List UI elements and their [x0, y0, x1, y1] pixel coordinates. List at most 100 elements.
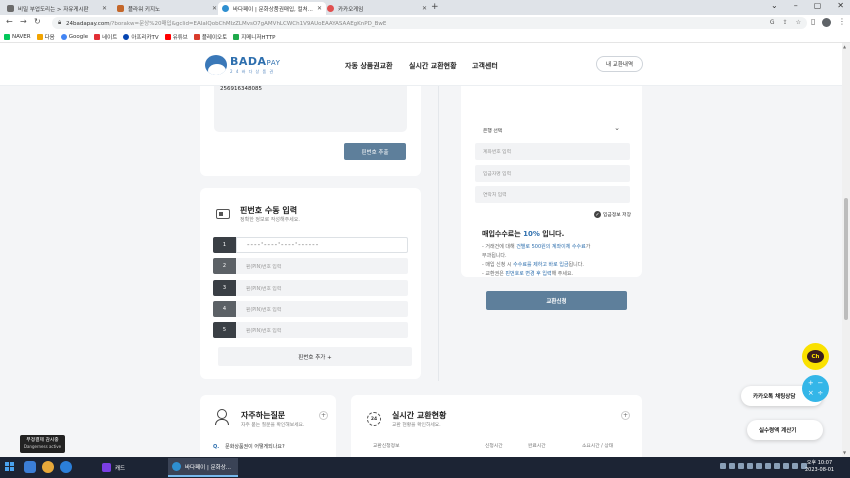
- bookmark-label: 유튜브: [172, 34, 188, 41]
- logo-subtitle: 2 4 바 다 상 품 권: [230, 68, 275, 74]
- tray-icon[interactable]: [774, 463, 780, 469]
- add-pin-button[interactable]: 핀번호 추가 +: [218, 347, 412, 366]
- faq-subtitle: 자주 묻는 질문을 확인해보세요.: [241, 423, 305, 428]
- calculator-icon[interactable]: + − × ÷: [802, 375, 829, 402]
- tab-close-icon[interactable]: ✕: [317, 5, 322, 12]
- logo-title: BADA: [230, 54, 267, 68]
- tray-icon[interactable]: [747, 463, 753, 469]
- save-info-checkbox[interactable]: ✓ 입금정보 저장: [594, 211, 631, 218]
- pin-row-number: 1: [213, 237, 236, 253]
- forward-icon[interactable]: →: [20, 17, 27, 26]
- bookmark-label: Google: [68, 33, 89, 40]
- menu-customer-center[interactable]: 고객센터: [472, 61, 498, 71]
- bookmark-gmanager[interactable]: 지메니저HTTP: [233, 33, 276, 41]
- kakao-channel-icon[interactable]: Ch: [802, 343, 829, 370]
- scroll-down-icon[interactable]: ▼: [843, 450, 846, 455]
- browser-tab-3[interactable]: 바다페이 | 문화상품권매입, 컬처... ✕: [218, 2, 326, 15]
- profile-avatar[interactable]: [822, 18, 831, 27]
- phone-input[interactable]: 연락처 입력: [475, 186, 630, 203]
- pin-input-3[interactable]: 핀(PIN)번호 입력: [236, 280, 408, 296]
- url-text: 24badapay.com/?borakw=문상%20매입&gclid=EAIa…: [66, 21, 387, 27]
- site-logo[interactable]: BADAPAY 2 4 바 다 상 품 권: [205, 55, 280, 75]
- browser-tab-2[interactable]: 플라워 키지노 ✕: [113, 2, 221, 15]
- tab-close-icon[interactable]: ✕: [102, 5, 107, 12]
- pin-input-5[interactable]: 핀(PIN)번호 입력: [236, 322, 408, 338]
- file-explorer-icon[interactable]: [24, 461, 36, 473]
- maximize-icon[interactable]: ▢: [814, 1, 822, 10]
- os-taskbar: 캐드 바다페이 | 문화상... 오후 10:07 2023-08-01: [0, 457, 850, 478]
- reload-icon[interactable]: ↻: [34, 17, 41, 26]
- taskbar-app-label: 바다페이 | 문화상...: [185, 464, 232, 471]
- address-bar-row: ← → ↻ 🔒︎ 24badapay.com/?borakw=문상%20매입&g…: [0, 15, 850, 31]
- pin-input-4[interactable]: 핀(PIN)번호 입력: [236, 301, 408, 317]
- apply-exchange-button[interactable]: 교환신청: [486, 291, 627, 310]
- bookmark-daum[interactable]: 다음: [36, 33, 55, 41]
- bookmark-label: 다음: [44, 34, 55, 41]
- bank-select[interactable]: 은행 선택 ⌄: [475, 122, 630, 139]
- bookmark-label: NAVER: [12, 33, 31, 40]
- bookmark-afreecatv[interactable]: 아프리카TV: [123, 33, 159, 41]
- new-tab-icon[interactable]: +: [431, 2, 439, 12]
- edge-icon[interactable]: [60, 461, 72, 473]
- depositor-name-input[interactable]: 입금자명 입력: [475, 165, 630, 182]
- column-header: 완료시간: [528, 444, 546, 449]
- close-icon[interactable]: ✕: [837, 1, 844, 10]
- minimize-icon[interactable]: –: [794, 1, 798, 10]
- tab-close-icon[interactable]: ✕: [422, 5, 427, 12]
- tray-icon[interactable]: [738, 463, 744, 469]
- menu-live-exchange[interactable]: 실시간 교환현황: [409, 61, 457, 71]
- tray-icon[interactable]: [792, 463, 798, 469]
- system-tray: [720, 463, 807, 469]
- bookmark-icon: [193, 33, 200, 40]
- fee-info: 매입수수료는 10% 입니다.: [482, 230, 565, 238]
- chrome-icon[interactable]: [42, 461, 54, 473]
- star-icon[interactable]: ☆: [796, 19, 801, 26]
- bookmark-naver[interactable]: NAVER: [4, 33, 31, 40]
- faq-title: 자주하는질문: [241, 411, 286, 420]
- account-number-input[interactable]: 계좌번호 입력: [475, 143, 630, 160]
- bookmark-icon: [94, 33, 101, 40]
- browser-tab-4[interactable]: 카카오게임 ✕: [323, 2, 431, 15]
- browser-tab-1[interactable]: 비밀 부업도리는 > 자유게시판 ✕: [3, 2, 111, 15]
- taskbar-app-cad[interactable]: 캐드: [98, 458, 162, 477]
- notice-item: - 거래건에 대해 건별로 500원의 계좌이체 수수료가: [482, 244, 591, 250]
- windows-start-icon[interactable]: [5, 462, 14, 471]
- tab-close-icon[interactable]: ✕: [212, 5, 217, 12]
- pin-row-number: 2: [213, 258, 236, 274]
- pin-extract-button[interactable]: 핀번호 추출: [344, 143, 406, 160]
- pin-textarea[interactable]: 256916348085: [214, 86, 407, 132]
- net-amount-calculator-button[interactable]: 실수령액 계산기: [747, 420, 823, 440]
- share-icon[interactable]: ⇪: [783, 19, 788, 26]
- my-exchange-history-button[interactable]: 내 교환내역: [596, 56, 643, 72]
- bookmark-google[interactable]: Google: [60, 33, 89, 40]
- system-clock[interactable]: 오후 10:07 2023-08-01: [805, 460, 834, 474]
- faq-more-plus-icon[interactable]: +: [319, 411, 328, 420]
- live-exchange-more-plus-icon[interactable]: +: [621, 411, 630, 420]
- lock-icon[interactable]: 🔒︎: [58, 19, 61, 27]
- tray-icon[interactable]: [720, 463, 726, 469]
- bookmark-playauto[interactable]: 플레이오토: [193, 33, 227, 41]
- pin-input-2[interactable]: 핀(PIN)번호 입력: [236, 258, 408, 274]
- back-icon[interactable]: ←: [6, 17, 13, 26]
- google-icon[interactable]: G: [770, 19, 775, 26]
- bookmark-youtube[interactable]: 유튜브: [164, 33, 188, 41]
- scroll-thumb[interactable]: [844, 198, 848, 320]
- scroll-up-icon[interactable]: ▲: [843, 44, 846, 49]
- faq-question-item[interactable]: Q. 문화상품권이 어떻게되나요?: [213, 443, 285, 450]
- tray-icon[interactable]: [765, 463, 771, 469]
- tray-icon[interactable]: [729, 463, 735, 469]
- chevron-down-icon[interactable]: ⌄: [771, 1, 778, 10]
- sidebar-icon[interactable]: ▯: [811, 17, 815, 26]
- taskbar-app-browser[interactable]: 바다페이 | 문화상...: [168, 458, 238, 477]
- exchange-form-card: 은행 선택 ⌄ 계좌번호 입력 입금자명 입력 연락처 입력 ✓ 입금정보 저장…: [461, 86, 642, 310]
- menu-auto-exchange[interactable]: 자동 상품권교환: [345, 61, 393, 71]
- bookmark-nate[interactable]: 네이트: [94, 33, 117, 41]
- pin-input-1[interactable]: ----'----'----'------: [236, 237, 408, 253]
- bookmark-icon: [36, 33, 43, 40]
- notice-item: - 교환권은 핀번호로 변경 후 입력해 주세요.: [482, 271, 574, 277]
- menu-kebab-icon[interactable]: ⋮: [838, 17, 846, 26]
- tray-icon[interactable]: [783, 463, 789, 469]
- url-field[interactable]: 🔒︎ 24badapay.com/?borakw=문상%20매입&gclid=E…: [52, 17, 807, 29]
- page-scrollbar[interactable]: ▲ ▼: [842, 43, 850, 457]
- tray-icon[interactable]: [756, 463, 762, 469]
